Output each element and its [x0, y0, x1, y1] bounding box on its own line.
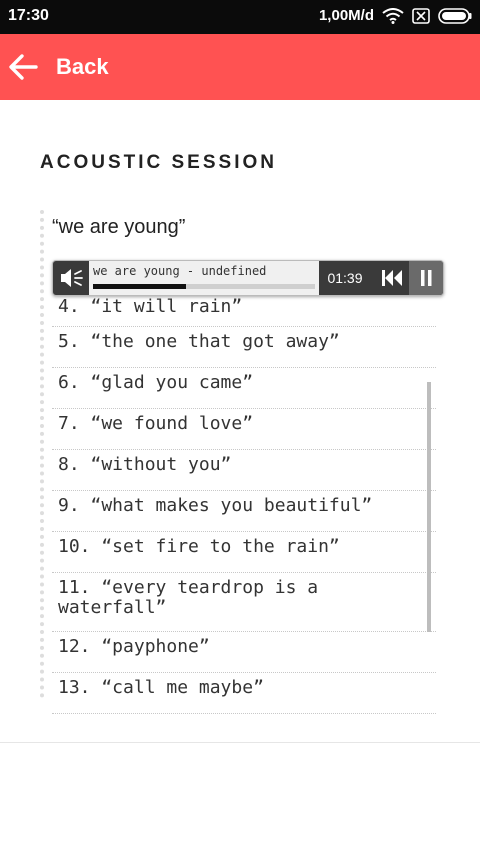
track-list-item[interactable]: 6. “glad you came” [52, 368, 436, 409]
track-list-item[interactable]: 11. “every teardrop is a waterfall” [52, 573, 436, 632]
mute-icon[interactable] [53, 261, 89, 295]
track-list-item[interactable]: 12. “payphone” [52, 632, 436, 673]
status-bar: 17:30 1,00M/d [0, 0, 480, 34]
status-icons: 1,00M/d [319, 7, 472, 24]
page-title: ACOUSTIC SESSION [40, 152, 277, 173]
track-label: we are young - undefined [93, 264, 267, 278]
progress-fill [93, 284, 187, 289]
track-list: 4. “it will rain” 5. “the one that got aw… [52, 292, 436, 714]
track-list-item[interactable]: 8. “without you” [52, 450, 436, 491]
track-list-item[interactable]: 13. “call me maybe” [52, 673, 436, 714]
elapsed-time: 01:39 [327, 270, 363, 286]
divider [0, 742, 480, 743]
status-time: 17:30 [8, 7, 49, 24]
pause-icon[interactable] [409, 261, 443, 295]
now-playing-title: “we are young” [52, 216, 186, 238]
sim-icon [412, 7, 430, 24]
audio-player: we are young - undefined 01:39 [52, 260, 444, 296]
track-list-item[interactable]: 7. “we found love” [52, 409, 436, 450]
wifi-icon [382, 7, 404, 24]
track-info: we are young - undefined [89, 261, 319, 295]
track-list-item[interactable]: 10. “set fire to the rain” [52, 532, 436, 573]
arrow-left-icon[interactable] [8, 53, 38, 81]
back-button[interactable]: Back [56, 54, 109, 80]
network-speed: 1,00M/d [318, 7, 374, 24]
scrollbar[interactable] [427, 382, 431, 632]
previous-icon[interactable] [375, 261, 409, 295]
progress-bar[interactable] [93, 284, 315, 289]
track-list-item[interactable]: 4. “it will rain” [52, 292, 436, 327]
battery-icon [438, 7, 472, 24]
app-bar: Back [0, 34, 480, 100]
track-list-item[interactable]: 5. “the one that got away” [52, 327, 436, 368]
track-list-item[interactable]: 9. “what makes you beautiful” [52, 491, 436, 532]
